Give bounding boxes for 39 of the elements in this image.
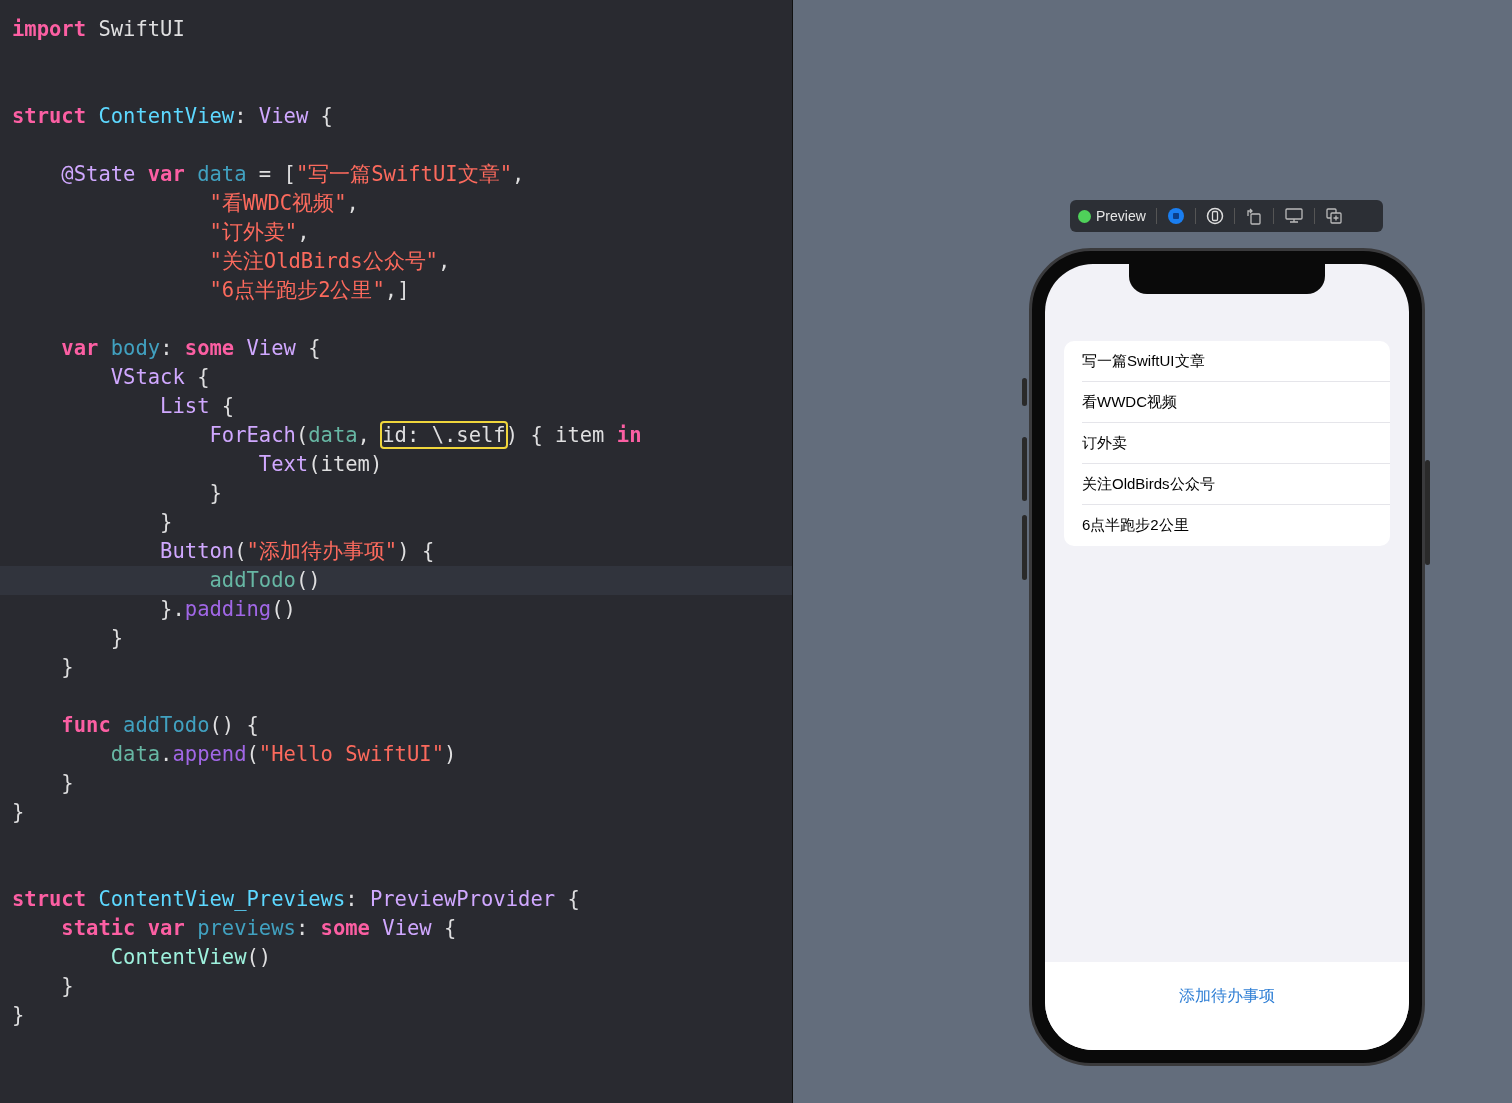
- code-line: Text(item): [257, 451, 383, 478]
- code-line: var body: some View {: [60, 335, 321, 362]
- list-item-text: 关注OldBirds公众号: [1082, 473, 1215, 494]
- live-mode-icon[interactable]: [1166, 207, 1185, 225]
- code-line: import SwiftUI: [12, 16, 185, 43]
- list-item-text: 写一篇SwiftUI文章: [1082, 350, 1205, 371]
- code-line: static var previews: some View {: [60, 915, 457, 942]
- duplicate-icon[interactable]: [1324, 207, 1343, 225]
- code-line: "6点半跑步2公里",]: [208, 277, 410, 304]
- code-line: "关注OldBirds公众号",: [208, 248, 451, 275]
- code-line: List {: [159, 393, 235, 420]
- code-line: ForEach(data, id: \.self) { item in: [208, 422, 642, 449]
- code-line: }: [60, 973, 74, 1000]
- list-item-text: 看WWDC视频: [1082, 391, 1177, 412]
- code-line: }: [159, 509, 173, 536]
- code-line: }: [60, 770, 74, 797]
- code-line: struct ContentView_Previews: PreviewProvider {: [12, 886, 580, 913]
- code-line: func addTodo() {: [60, 712, 259, 739]
- add-todo-button[interactable]: 添加待办事项: [1179, 984, 1275, 1008]
- code-line: "看WWDC视频",: [208, 190, 359, 217]
- code-line: }: [12, 799, 25, 826]
- code-line: "订外卖",: [208, 219, 310, 246]
- monitor-icon[interactable]: [1283, 207, 1304, 225]
- code-line: struct ContentView: View {: [12, 103, 333, 130]
- list-item-text: 6点半跑步2公里: [1082, 515, 1189, 536]
- code-line: }.padding(): [159, 596, 296, 623]
- code-line: }: [208, 480, 222, 507]
- device-icon[interactable]: [1205, 207, 1224, 225]
- code-line: }: [109, 625, 124, 652]
- code-line: VStack {: [109, 364, 210, 391]
- code-line: }: [60, 654, 74, 681]
- code-line: data.append("Hello SwiftUI"): [109, 741, 457, 768]
- code-line: Button("添加待办事项") {: [159, 538, 435, 565]
- code-line: @State var data = ["写一篇SwiftUI文章",: [60, 161, 525, 188]
- preview-label: Preview: [1096, 206, 1146, 226]
- list-item-text: 订外卖: [1082, 432, 1127, 453]
- code-line: }: [12, 1002, 25, 1029]
- code-line: ContentView(): [109, 944, 272, 971]
- rotate-icon[interactable]: [1244, 207, 1263, 225]
